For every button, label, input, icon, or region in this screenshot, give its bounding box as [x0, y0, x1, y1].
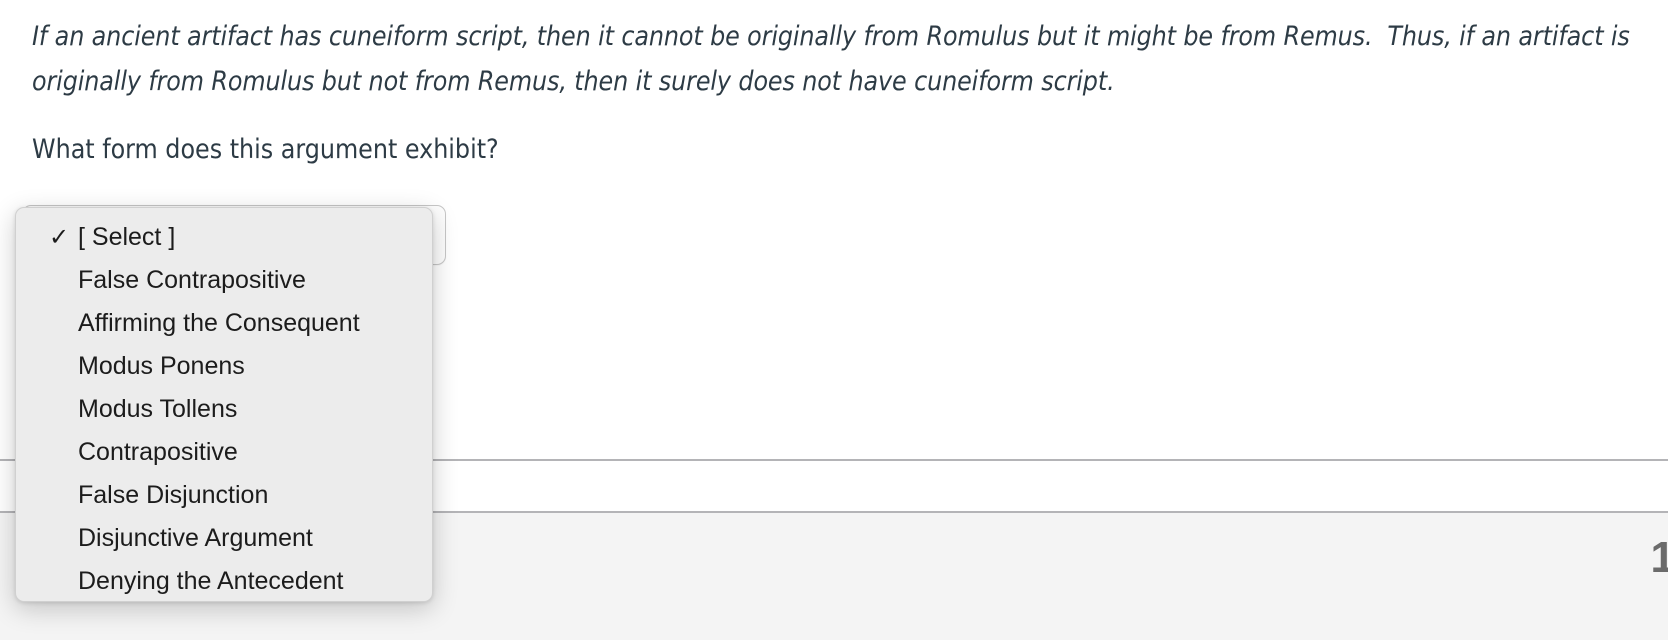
checkmark-icon: [48, 345, 70, 388]
checkmark-icon: [48, 388, 70, 431]
dropdown-option[interactable]: Modus Ponens: [16, 345, 432, 388]
dropdown-option[interactable]: Disjunctive Argument: [16, 517, 432, 560]
dropdown-option[interactable]: Affirming the Consequent: [16, 302, 432, 345]
dropdown-option[interactable]: Denying the Antecedent: [16, 560, 432, 601]
dropdown-option-label: Contrapositive: [78, 438, 238, 466]
dropdown-option[interactable]: Contrapositive: [16, 431, 432, 474]
dropdown-option-label: False Disjunction: [78, 481, 269, 509]
question-number: 1: [1650, 533, 1668, 582]
dropdown-option-label: Denying the Antecedent: [78, 567, 344, 595]
checkmark-icon: [48, 431, 70, 474]
dropdown-option-label: False Contrapositive: [78, 266, 306, 294]
checkmark-icon: [48, 517, 70, 560]
checkmark-icon: [48, 560, 70, 601]
dropdown-option-label: Modus Ponens: [78, 352, 245, 380]
dropdown-option[interactable]: False Contrapositive: [16, 259, 432, 302]
dropdown-option-label: Disjunctive Argument: [78, 524, 313, 552]
checkmark-icon: ✓: [48, 224, 70, 251]
dropdown-option[interactable]: Modus Tollens: [16, 388, 432, 431]
checkmark-icon: [48, 259, 70, 302]
answer-select-dropdown[interactable]: ✓ [ Select ] False Contrapositive Affirm…: [15, 207, 433, 602]
dropdown-option-label: [ Select ]: [78, 223, 176, 251]
question-stem: If an ancient artifact has cuneiform scr…: [32, 21, 1638, 97]
checkmark-icon: [48, 474, 70, 517]
checkmark-icon: [48, 302, 70, 345]
question-prompt: What form does this argument exhibit?: [32, 134, 499, 165]
dropdown-option-label: Affirming the Consequent: [78, 309, 360, 337]
dropdown-option[interactable]: ✓ [ Select ]: [16, 216, 432, 259]
dropdown-option-label: Modus Tollens: [78, 395, 238, 423]
dropdown-option[interactable]: False Disjunction: [16, 474, 432, 517]
